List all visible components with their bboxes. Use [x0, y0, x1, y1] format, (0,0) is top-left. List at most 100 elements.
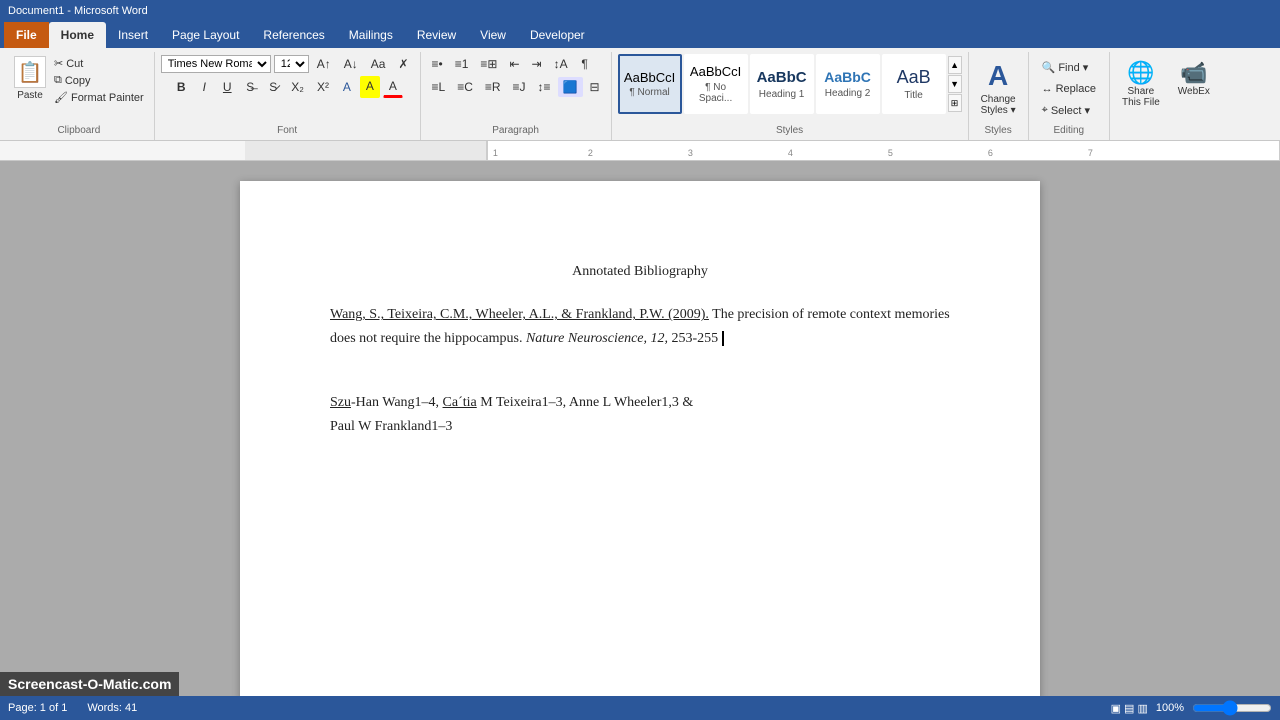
document-title: Annotated Bibliography	[330, 261, 950, 283]
citation-1: Wang, S., Teixeira, C.M., Wheeler, A.L.,…	[330, 303, 950, 351]
clear-format-button[interactable]: ✗	[393, 54, 413, 74]
szu-underline: Szu	[330, 395, 351, 410]
title-text: Document1 - Microsoft Word	[8, 5, 148, 17]
share-icon: 🌐	[1127, 60, 1154, 86]
dbl-strikethrough-button[interactable]: S̷	[263, 77, 283, 97]
bold-button[interactable]: B	[171, 77, 191, 97]
shading-button[interactable]: 🟦	[558, 77, 583, 97]
strikethrough-button[interactable]: S̶	[240, 77, 260, 97]
multilevel-button[interactable]: ≡⊞	[475, 54, 502, 74]
tab-mailings[interactable]: Mailings	[337, 22, 405, 48]
border-button[interactable]: ⊟	[585, 77, 605, 97]
decrease-indent-button[interactable]: ⇤	[504, 54, 524, 74]
select-button[interactable]: ⌖ Select ▾	[1035, 101, 1103, 120]
line-spacing-button[interactable]: ↕≡	[533, 77, 556, 97]
change-case-button[interactable]: Aa	[366, 54, 391, 74]
para-row1: ≡• ≡1 ≡⊞ ⇤ ⇥ ↕A ¶	[427, 54, 605, 74]
align-center-button[interactable]: ≡C	[452, 77, 478, 97]
font-size-select[interactable]: 12	[274, 55, 309, 73]
status-right: ▣ ▤ ▥ 100%	[1111, 700, 1272, 716]
underline-button[interactable]: U	[217, 77, 237, 97]
styles-scroll-down[interactable]: ▼	[948, 75, 962, 93]
citation-spacer	[330, 367, 950, 391]
ruler-tick-6: 6	[988, 148, 993, 158]
watermark: Screencast-O-Matic.com	[0, 672, 179, 696]
paste-icon: 📋	[14, 56, 46, 88]
tab-review[interactable]: Review	[405, 22, 468, 48]
webex-label: WebEx	[1178, 86, 1210, 97]
tab-home[interactable]: Home	[49, 22, 106, 48]
share-button[interactable]: 🌐 ShareThis File	[1116, 58, 1166, 110]
style-no-spacing-preview: AaBbCcI	[690, 64, 741, 80]
zoom-slider[interactable]	[1192, 700, 1272, 716]
styles-expand[interactable]: ⊞	[948, 94, 962, 112]
paragraph-rows: ≡• ≡1 ≡⊞ ⇤ ⇥ ↕A ¶ ≡L ≡C ≡R ≡J ↕≡ 🟦 ⊟	[427, 54, 605, 115]
share-label: ShareThis File	[1122, 86, 1160, 108]
find-button[interactable]: 🔍 Find ▾	[1035, 58, 1103, 77]
page-indicator: Page: 1 of 1	[8, 702, 67, 714]
styles-group: AaBbCcI ¶ Normal AaBbCcI ¶ No Spaci... A…	[612, 52, 969, 140]
styles-scroll: ▲ ▼ ⊞	[948, 56, 962, 112]
webex-button[interactable]: 📹 WebEx	[1172, 58, 1216, 110]
shrink-font-button[interactable]: A↓	[339, 54, 363, 74]
title-bar: Document1 - Microsoft Word	[0, 0, 1280, 22]
paste-button[interactable]: 📋 Paste	[10, 54, 50, 103]
tab-pagelayout[interactable]: Page Layout	[160, 22, 251, 48]
increase-indent-button[interactable]: ⇥	[527, 54, 547, 74]
cut-button[interactable]: ✂ Cut	[50, 56, 148, 71]
paste-label: Paste	[17, 90, 43, 101]
style-title-preview: AaB	[897, 67, 931, 89]
style-title[interactable]: AaB Title	[882, 54, 946, 114]
numbering-button[interactable]: ≡1	[450, 54, 474, 74]
font-color-button[interactable]: A	[383, 76, 403, 98]
align-left-button[interactable]: ≡L	[427, 77, 451, 97]
citation-2: Szu-Han Wang1–4, Ca´tia M Teixeira1–3, A…	[330, 391, 950, 439]
font-family-select[interactable]: Times New Roman	[161, 55, 271, 73]
format-painter-label: Format Painter	[71, 92, 144, 104]
tab-references[interactable]: References	[251, 22, 336, 48]
style-heading1-label: Heading 1	[759, 89, 805, 100]
tab-insert[interactable]: Insert	[106, 22, 160, 48]
align-right-button[interactable]: ≡R	[480, 77, 506, 97]
tab-file[interactable]: File	[4, 22, 49, 48]
subscript-button[interactable]: X₂	[286, 77, 309, 97]
citation-1-journal: Nature Neuroscience, 12,	[526, 331, 668, 346]
paragraph-group: ≡• ≡1 ≡⊞ ⇤ ⇥ ↕A ¶ ≡L ≡C ≡R ≡J ↕≡ 🟦 ⊟ Par…	[421, 52, 612, 140]
clipboard-sub: ✂ Cut ⧉ Copy 🖌 Format Painter	[50, 54, 148, 105]
ruler-tick-3: 3	[688, 148, 693, 158]
ribbon-tabs: File Home Insert Page Layout References …	[0, 22, 1280, 48]
select-icon: ⌖	[1042, 104, 1048, 117]
replace-button[interactable]: ↔ Replace	[1035, 80, 1103, 98]
style-no-spacing[interactable]: AaBbCcI ¶ No Spaci...	[684, 54, 748, 114]
italic-button[interactable]: I	[194, 77, 214, 97]
copy-label: Copy	[65, 75, 91, 87]
paragraph-label: Paragraph	[421, 125, 611, 136]
ruler-tick-2: 2	[588, 148, 593, 158]
styles-scroll-up[interactable]: ▲	[948, 56, 962, 74]
text-effect-button[interactable]: A	[337, 77, 357, 97]
change-styles-button[interactable]: A ChangeStyles ▾	[975, 58, 1022, 118]
change-styles-group-label: Styles	[969, 125, 1028, 136]
copy-button[interactable]: ⧉ Copy	[50, 73, 148, 88]
style-heading2-label: Heading 2	[825, 88, 871, 99]
ribbon: 📋 Paste ✂ Cut ⧉ Copy 🖌 Format Painter Cl…	[0, 48, 1280, 141]
document-area: Annotated Bibliography Wang, S., Teixeir…	[0, 161, 1280, 701]
bullets-button[interactable]: ≡•	[427, 54, 448, 74]
styles-label: Styles	[612, 125, 968, 136]
style-heading2[interactable]: AaBbC Heading 2	[816, 54, 880, 114]
show-para-button[interactable]: ¶	[575, 54, 595, 74]
highlight-button[interactable]: A	[360, 76, 380, 98]
style-heading1[interactable]: AaBbC Heading 1	[750, 54, 814, 114]
replace-icon: ↔	[1042, 83, 1053, 95]
tab-view[interactable]: View	[468, 22, 518, 48]
tab-developer[interactable]: Developer	[518, 22, 597, 48]
justify-button[interactable]: ≡J	[508, 77, 531, 97]
format-painter-button[interactable]: 🖌 Format Painter	[50, 90, 148, 105]
replace-label: Replace	[1056, 83, 1096, 95]
superscript-button[interactable]: X²	[312, 77, 334, 97]
style-heading1-preview: AaBbC	[757, 69, 807, 87]
grow-font-button[interactable]: A↑	[312, 54, 336, 74]
sort-button[interactable]: ↕A	[549, 54, 573, 74]
style-normal[interactable]: AaBbCcI ¶ Normal	[618, 54, 682, 114]
document-page[interactable]: Annotated Bibliography Wang, S., Teixeir…	[240, 181, 1040, 701]
